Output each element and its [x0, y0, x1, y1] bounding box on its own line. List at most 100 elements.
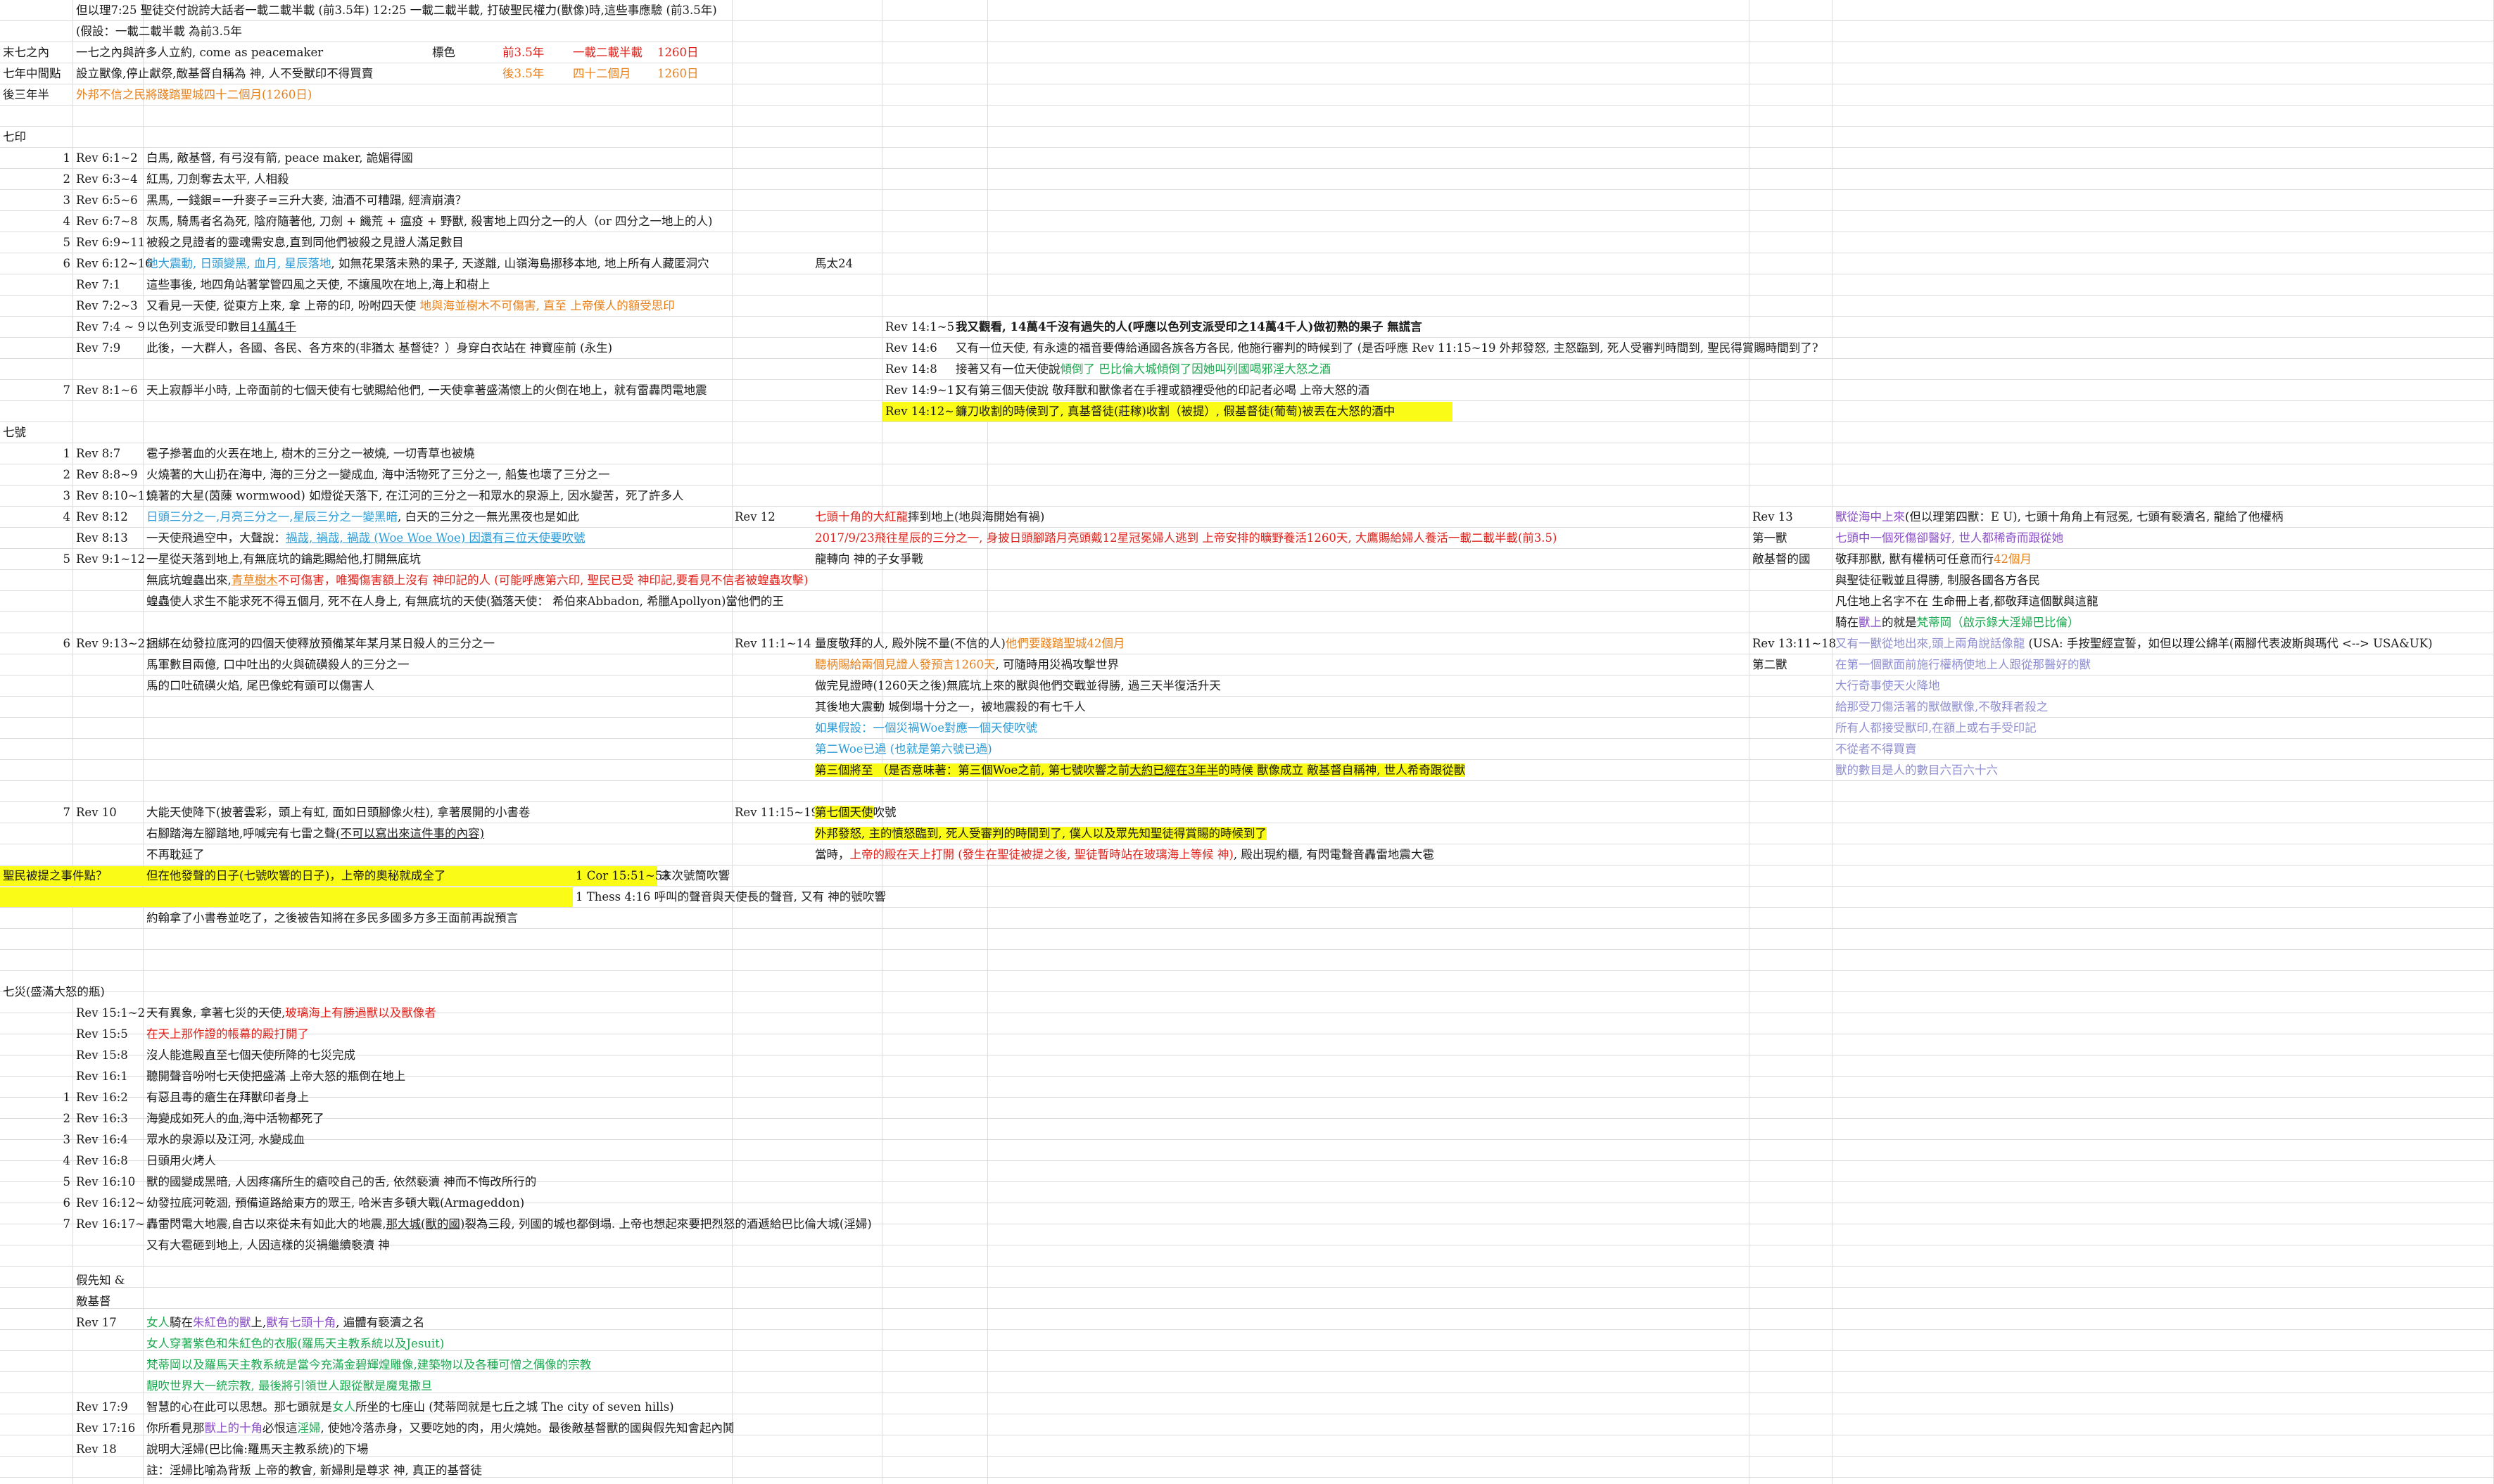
mid-text[interactable]: 龍轉向 神的子女爭戰 — [812, 550, 926, 569]
seal-number[interactable]: 1 — [42, 148, 73, 168]
bowl-text[interactable]: 有惡且毒的瘡生在拜獸印者身上 — [144, 1088, 312, 1108]
trumpet-number[interactable]: 4 — [42, 507, 73, 527]
legend-label[interactable]: 標色 — [429, 43, 458, 63]
trumpet-text[interactable]: 一星從天落到地上,有無底坑的鑰匙賜給他,打開無底坑 — [144, 550, 424, 569]
bowl-text[interactable]: 日頭用火烤人 — [144, 1151, 219, 1171]
trumpet-number[interactable]: 6 — [42, 634, 73, 654]
rev14-ref[interactable]: Rev 14:1~5 — [882, 317, 957, 337]
beast-text[interactable]: 獸從海中上來(但以理第四獸：E U), 七頭十角角上有冠冕, 七頭有褻瀆名, 龍… — [1832, 507, 2286, 527]
prophet-ref[interactable]: Rev 17:9 — [73, 1397, 131, 1417]
trumpet-text[interactable]: 蝗蟲使人求生不能求死不得五個月, 死不在人身上, 有無底坑的天使(猶落天使： 希… — [144, 592, 787, 611]
trumpet-text[interactable]: 馬軍數目兩億, 口中吐出的火與硫磺殺人的三分之一 — [144, 655, 412, 675]
beast-ref[interactable]: 第一獸 — [1749, 528, 1790, 548]
legend-first-half-years[interactable]: 一載二載半載 — [570, 43, 645, 63]
mid-text[interactable]: 當時，上帝的殿在天上打開 (發生在聖徒被提之後, 聖徒暫時站在玻璃海上等候 神)… — [812, 845, 1437, 865]
beast-text[interactable]: 七頭中一個死傷卻醫好, 世人都稀奇而跟從她 — [1832, 528, 2066, 548]
rapture-thes-text[interactable]: 1 Thess 4:16 呼叫的聲音與天使長的聲音, 又有 神的號吹響 — [573, 887, 889, 907]
beast-ref[interactable]: Rev 13 — [1749, 507, 1796, 527]
prophet-text[interactable]: 你所看見那獸上的十角必恨這淫婦, 使她冷落赤身，又要吃她的肉，用火燒她。最後敵基… — [144, 1419, 738, 1438]
seal-text[interactable]: 被殺之見證者的靈魂需安息,直到同他們被殺之見證人滿足數目 — [144, 233, 467, 253]
beast-text[interactable]: 不從者不得買賣 — [1832, 740, 1920, 759]
bowl-text[interactable]: 沒人能進殿直至七個天使所降的七災完成 — [144, 1046, 358, 1065]
rapture-text[interactable]: 但在他發聲的日子(七號吹響的日子)，上帝的奧秘就成全了 — [144, 866, 573, 886]
bowl-number[interactable]: 2 — [42, 1109, 73, 1129]
seal-text[interactable]: 天上寂靜半小時, 上帝面前的七個天使有七號賜給他們, 一天使拿著盛滿懷上的火倒在… — [144, 381, 709, 400]
seal-number[interactable]: 6 — [42, 254, 73, 274]
bowl-number[interactable]: 4 — [42, 1151, 73, 1171]
trumpet-number[interactable]: 2 — [42, 465, 73, 485]
bowl-ref[interactable]: Rev 16:10 — [73, 1172, 138, 1192]
bowl-ref[interactable]: Rev 16:3 — [73, 1109, 131, 1129]
seal-text[interactable]: 白馬, 敵基督, 有弓沒有箭, peace maker, 詭媚得國 — [144, 148, 416, 168]
bowl-text[interactable]: 獸的國變成黑暗, 人因疼痛所生的瘡咬自己的舌, 依然褻瀆 神而不悔改所行的 — [144, 1172, 539, 1192]
trumpet-text[interactable]: 雹子摻著血的火丟在地上, 樹木的三分之一被燒, 一切青草也被燒 — [144, 444, 477, 464]
bowl-ref[interactable]: Rev 16:4 — [73, 1130, 131, 1150]
mid-ref[interactable]: Rev 12 — [732, 507, 778, 527]
label-last-half[interactable]: 後三年半 — [0, 85, 52, 105]
trumpet-ref[interactable]: Rev 8:13 — [73, 528, 131, 548]
trumpet-text[interactable]: 馬的口吐硫磺火焰, 尾巴像蛇有頭可以傷害人 — [144, 676, 377, 696]
section-prophet-title[interactable]: 假先知 & — [73, 1271, 127, 1290]
seal-ref[interactable]: Rev 7:2~3 — [73, 296, 141, 316]
bowl-ref[interactable]: Rev 15:8 — [73, 1046, 131, 1065]
seal-text[interactable]: 此後，一大群人，各國、各民、各方來的(非猶太 基督徒？）身穿白衣站在 神寶座前 … — [144, 338, 615, 358]
trumpet-number[interactable]: 1 — [42, 444, 73, 464]
prophet-text[interactable]: 說明大淫婦(巴比倫:羅馬天主教系統)的下場 — [144, 1440, 371, 1459]
seal-ref[interactable]: Rev 7:4 ~ 9 — [73, 317, 148, 337]
seal-text[interactable]: 又看見一天使, 從東方上來, 拿 上帝的印, 吩咐四天使 地與海並樹木不可傷害,… — [144, 296, 678, 316]
rev14-ref[interactable]: Rev 14:8 — [882, 360, 940, 379]
bowl-text[interactable]: 眾水的泉源以及江河, 水變成血 — [144, 1130, 308, 1150]
mid-ref[interactable]: Rev 11:15~19 — [732, 803, 821, 823]
bowl-number[interactable]: 5 — [42, 1172, 73, 1192]
rev14-text[interactable]: 又有一位天使, 有永遠的福音要傳給通國各族各方各民, 他施行審判的時候到了 (是… — [953, 338, 1821, 358]
mid-ref[interactable]: Rev 11:1~14 — [732, 634, 814, 654]
section-antichrist-title[interactable]: 敵基督 — [73, 1292, 114, 1312]
beast-text[interactable]: 與聖徒征戰並且得勝, 制服各國各方各民 — [1832, 571, 2043, 590]
label-midpoint[interactable]: 七年中間點 — [0, 64, 64, 84]
prophet-ref[interactable]: Rev 18 — [73, 1440, 120, 1459]
trumpet-text[interactable]: 右腳踏海左腳踏地,呼喊完有七雷之聲(不可以寫出來這件事的內容) — [144, 824, 487, 844]
bowl-text[interactable]: 在天上那作證的帳幕的殿打開了 — [144, 1025, 312, 1044]
bowl-text[interactable]: 聽開聲音吩咐七天使把盛滿 上帝大怒的瓶倒在地上 — [144, 1067, 408, 1086]
mid-text[interactable]: 量度敬拜的人, 殿外院不量(不信的人)他們要踐踏聖城42個月 — [812, 634, 1127, 654]
prophet-text[interactable]: 梵蒂岡以及羅馬天主教系統是當今充滿金碧輝煌雕像,建築物以及各種可憎之偶像的宗教 — [144, 1355, 594, 1375]
seal-text[interactable]: 以色列支派受印數目14萬4千 — [144, 317, 299, 337]
legend-second-half[interactable]: 後3.5年 — [500, 64, 547, 84]
beast-text[interactable]: 凡住地上名字不在 生命冊上者,都敬拜這個獸與這龍 — [1832, 592, 2101, 611]
seal-ref[interactable]: Rev 8:1~6 — [73, 381, 141, 400]
trumpet-ref[interactable]: Rev 10 — [73, 803, 120, 823]
bowl-number[interactable]: 6 — [42, 1193, 73, 1213]
trumpet-ref[interactable]: Rev 8:8~9 — [73, 465, 141, 485]
beast-text[interactable]: 又有一獸從地出來,頭上兩角說話像龍 (USA: 手按聖經宣誓，如但以理公綿羊(兩… — [1832, 634, 2436, 654]
rapture-label[interactable]: 聖民被提之事件點？ — [0, 866, 144, 886]
bowl-ref[interactable]: Rev 16:1 — [73, 1067, 131, 1086]
seal-text[interactable]: 灰馬, 騎馬者名為死, 陰府隨著他, 刀劍 + 饑荒 + 瘟疫 + 野獸, 殺害… — [144, 212, 715, 232]
legend-second-half-days[interactable]: 1260日 — [654, 64, 702, 84]
seal-side-note[interactable]: 馬太24 — [812, 254, 856, 274]
beast-text[interactable]: 獸的數目是人的數目六百六十六 — [1832, 761, 2001, 780]
prophet-text[interactable]: 靚吹世界大一統宗教, 最後將引領世人跟從獸是魔鬼撒旦 — [144, 1376, 436, 1396]
rev14-text[interactable]: 又有第三個天使說 敬拜獸和獸像者在手裡或額裡受他的印記者必喝 上帝大怒的酒 — [953, 381, 1372, 400]
mid-text[interactable]: 如果假設：一個災禍Woe對應一個天使吹號 — [812, 718, 1040, 738]
last-half-text[interactable]: 外邦不信之民將踐踏聖城四十二個月(1260日) — [73, 85, 315, 105]
bowl-text[interactable]: 海變成如死人的血,海中活物都死了 — [144, 1109, 327, 1129]
bowl-ref[interactable]: Rev 16:8 — [73, 1151, 131, 1171]
seal-ref[interactable]: Rev 6:9~11 — [73, 233, 148, 253]
bowl-ref[interactable]: Rev 15:5 — [73, 1025, 131, 1044]
prophet-ref[interactable]: Rev 17 — [73, 1313, 120, 1333]
bowl-text[interactable]: 天有異象, 拿著七災的天使,玻璃海上有勝過獸以及獸像者 — [144, 1003, 439, 1023]
bowl-text[interactable]: 轟雷閃電大地震,自古以來從未有如此大的地震,那大城(獸的國)裂為三段, 列國的城… — [144, 1215, 875, 1234]
bowl-number[interactable]: 1 — [42, 1088, 73, 1108]
prophet-text[interactable]: 女人穿著紫色和朱紅色的衣服(羅馬天主教系統以及Jesuit) — [144, 1334, 447, 1354]
beast-ref[interactable]: 第二獸 — [1749, 655, 1790, 675]
mid-text[interactable]: 2017/9/23飛往星辰的三分之一, 身披日頭腳踏月亮頭戴12星冠冕婦人逃到 … — [812, 528, 1559, 548]
rapture-cor-text[interactable]: 末次號筒吹響 — [657, 866, 733, 886]
mid-text[interactable]: 第二Woe已過 (也就是第六號已過) — [812, 740, 995, 759]
beast-text[interactable]: 在第一個獸面前施行權柄使地上人跟從那醫好的獸 — [1832, 655, 2094, 675]
trumpet-ref[interactable]: Rev 9:1~12 — [73, 550, 148, 569]
seal-ref[interactable]: Rev 6:3~4 — [73, 170, 141, 189]
mid-text[interactable]: 七頭十角的大紅龍摔到地上(地與海開始有禍) — [812, 507, 1047, 527]
prophet-ref[interactable]: Rev 17:16 — [73, 1419, 138, 1438]
trumpet-number[interactable]: 3 — [42, 486, 73, 506]
rev14-ref-highlighted[interactable]: Rev 14:12~1 — [882, 402, 953, 421]
